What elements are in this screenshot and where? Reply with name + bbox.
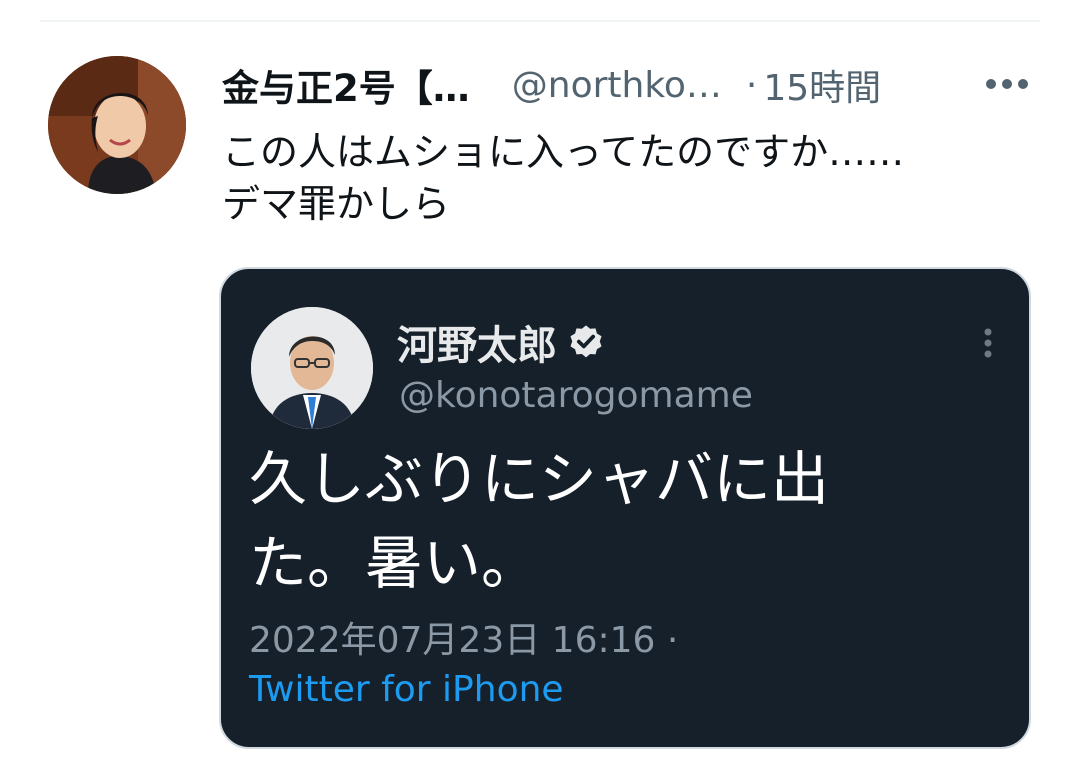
quoted-text-line: た。暑い。 bbox=[249, 529, 540, 597]
quoted-name-row: 河野太郎 bbox=[397, 313, 605, 371]
display-name[interactable]: 金与正2号【… bbox=[222, 58, 470, 112]
tweet-text-line: デマ罪かしら bbox=[222, 182, 451, 226]
quoted-tweet-image[interactable]: 河野太郎 @konotarogomame 久しぶりにシャバに出 た。暑い。 20… bbox=[219, 267, 1031, 749]
quoted-display-name: 河野太郎 bbox=[397, 323, 557, 369]
quoted-handle: @konotarogomame bbox=[399, 375, 753, 416]
verified-badge-icon bbox=[570, 325, 602, 358]
separator-dot: · bbox=[745, 64, 758, 106]
timestamp[interactable]: 15時間 bbox=[763, 59, 881, 111]
tweet-text: この人はムショに入ってたのですか…… デマ罪かしら bbox=[222, 126, 1022, 230]
avatar[interactable] bbox=[48, 56, 186, 194]
quoted-text: 久しぶりにシャバに出 た。暑い。 bbox=[249, 437, 949, 605]
quoted-avatar bbox=[251, 307, 373, 429]
tweet-text-line: この人はムショに入ってたのですか…… bbox=[222, 130, 905, 174]
more-vertical-icon bbox=[984, 328, 992, 358]
quoted-avatar-photo bbox=[251, 307, 373, 429]
tweet-header: 金与正2号【… @northko… · 15時間 bbox=[222, 58, 1042, 112]
avatar-photo bbox=[48, 56, 186, 194]
quoted-more-icon bbox=[973, 325, 1003, 361]
tweet[interactable]: 金与正2号【… @northko… · 15時間 この人はムショに入ってたのです… bbox=[0, 0, 1080, 782]
quoted-source: Twitter for iPhone bbox=[249, 669, 564, 710]
more-horizontal-icon bbox=[986, 79, 1028, 89]
more-button[interactable] bbox=[982, 64, 1032, 104]
quoted-text-line: 久しぶりにシャバに出 bbox=[249, 445, 830, 513]
quoted-date: 2022年07月23日 16:16 · bbox=[249, 620, 679, 661]
user-handle[interactable]: @northko… bbox=[512, 65, 722, 106]
